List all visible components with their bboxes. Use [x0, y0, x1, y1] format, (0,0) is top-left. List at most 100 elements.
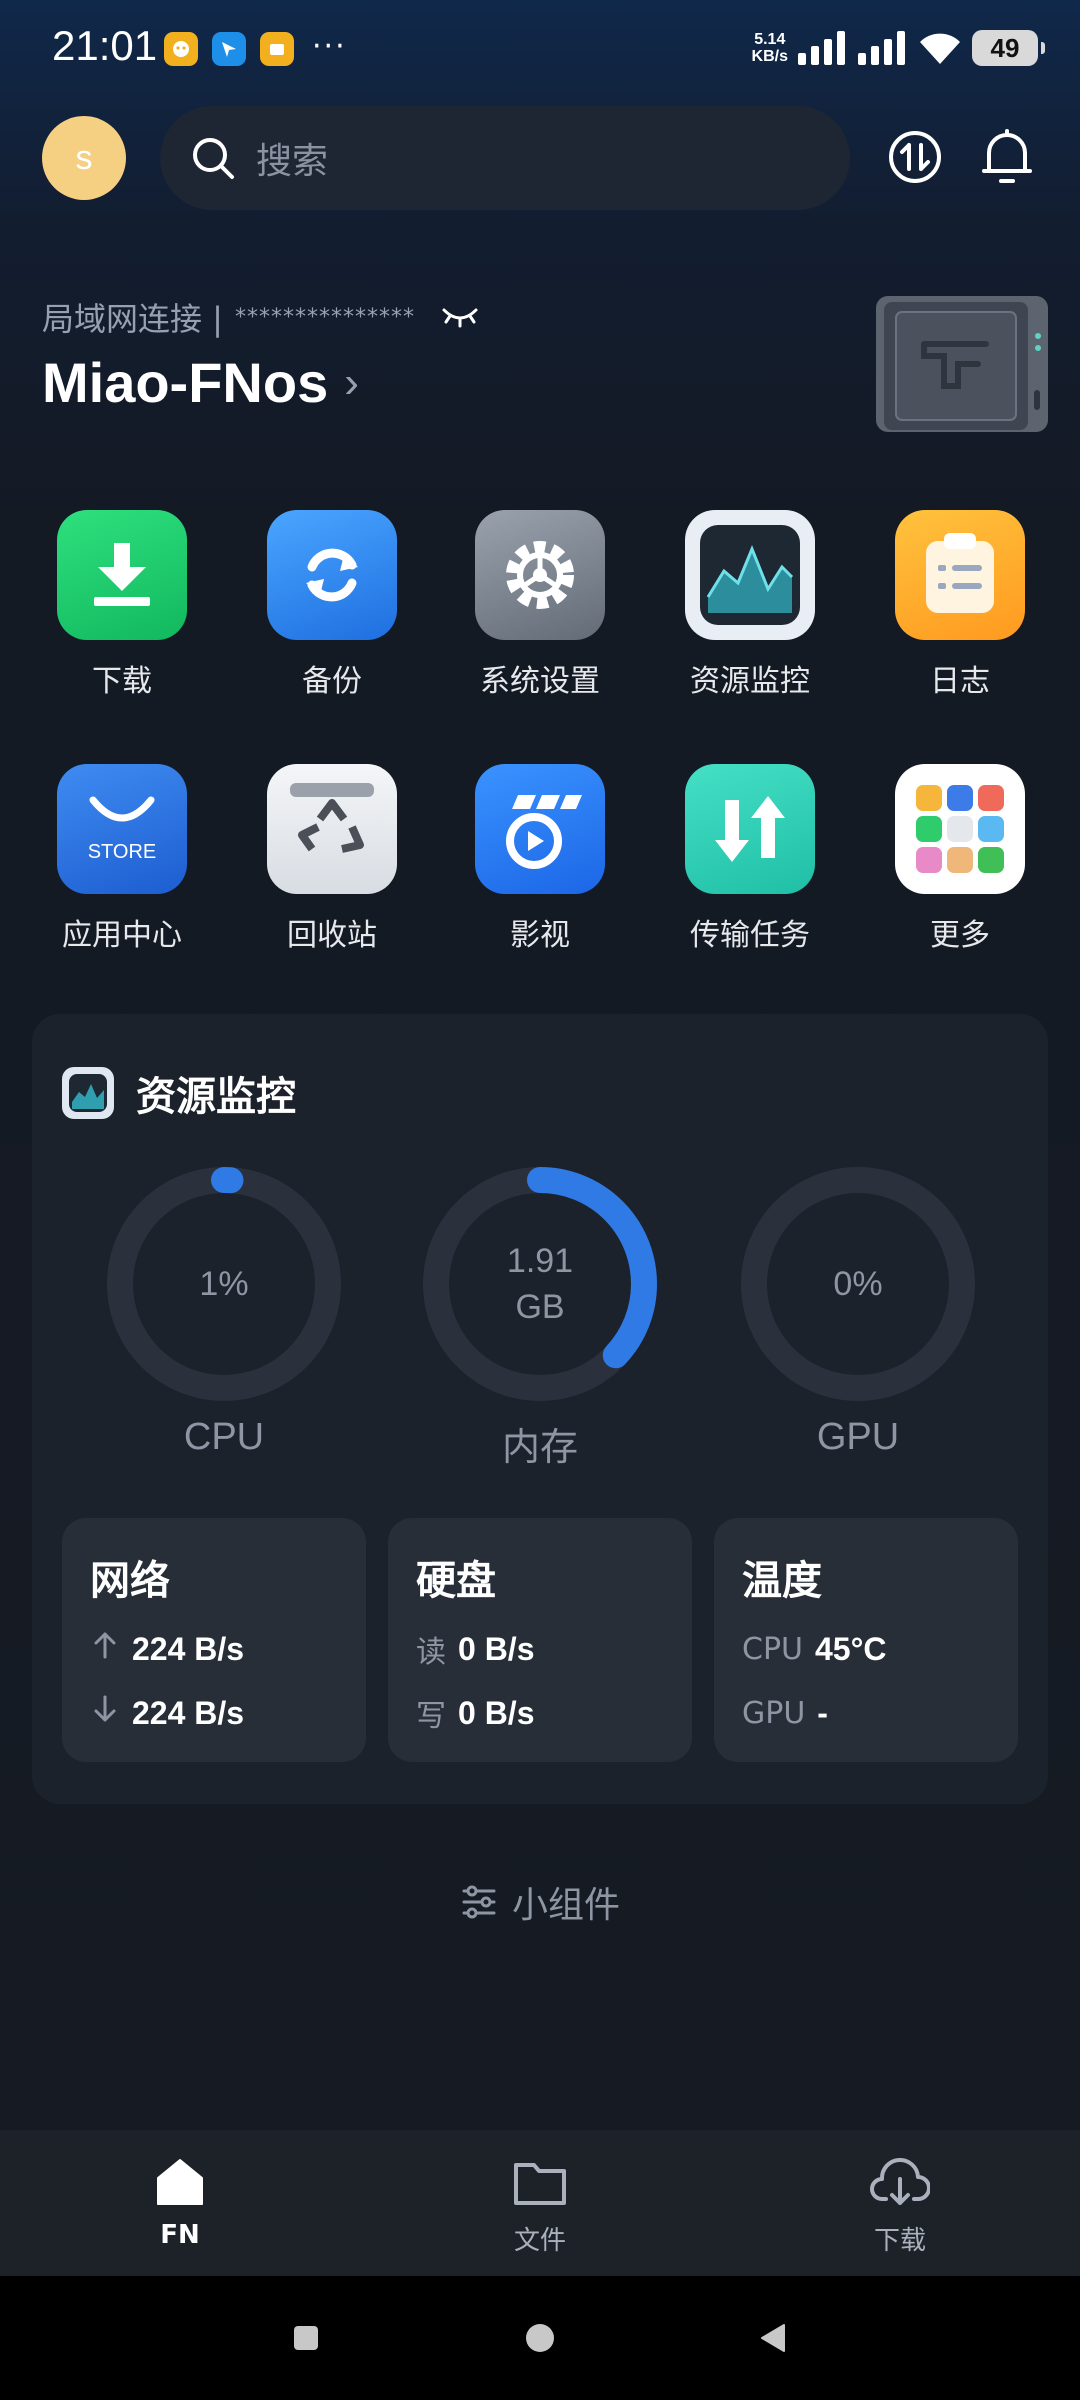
- cloud-download-icon: [870, 2157, 930, 2205]
- battery-indicator: 49: [972, 30, 1045, 66]
- chevron-right-icon: ›: [344, 357, 359, 407]
- recycle-bin-icon: [267, 764, 397, 894]
- arrow-up-icon: [90, 1630, 120, 1668]
- square-icon: [294, 2326, 318, 2350]
- app-video[interactable]: 影视: [460, 764, 620, 954]
- search-icon: [193, 138, 234, 179]
- wifi-icon: [920, 33, 960, 64]
- tab-download[interactable]: 下载: [810, 2152, 990, 2257]
- memory-label: 内存: [501, 1427, 578, 1469]
- app-settings[interactable]: 系统设置: [460, 510, 620, 700]
- gpu-value: 0%: [833, 1265, 883, 1303]
- search-placeholder: 搜索: [256, 141, 329, 182]
- cpu-gauge: 1% CPU: [104, 1164, 344, 1459]
- arrow-down-icon: [90, 1694, 120, 1732]
- toggle-visibility-button[interactable]: [441, 298, 479, 336]
- app-download[interactable]: 下载: [42, 510, 202, 700]
- app-more[interactable]: 更多: [880, 764, 1040, 954]
- more-notifications-icon: ···: [312, 28, 347, 64]
- memory-gauge: 1.91 GB 内存: [420, 1164, 660, 1471]
- disk-write-label: 写: [416, 1699, 446, 1734]
- disk-stat-card[interactable]: 硬盘 读 0 B/s 写 0 B/s: [388, 1518, 692, 1762]
- search-bar[interactable]: 搜索: [160, 106, 850, 210]
- tab-fn[interactable]: FN: [90, 2152, 270, 2250]
- monitor-chart-icon: [62, 1067, 114, 1119]
- upload-download-circle-icon: [889, 131, 941, 183]
- network-download-value: 224 B/s: [132, 1694, 245, 1731]
- app-backup[interactable]: 备份: [252, 510, 412, 700]
- eye-closed-icon: [442, 308, 478, 328]
- resource-monitor-title: 资源监控: [136, 1074, 296, 1120]
- cpu-temp-label: CPU: [742, 1631, 803, 1667]
- resource-monitor-card[interactable]: 资源监控 1% CPU 1.91 GB 内存 0% GPU 网络 224 B/s: [32, 1014, 1048, 1804]
- memory-unit: GB: [515, 1288, 565, 1326]
- device-name: Miao-FNos: [42, 351, 329, 414]
- gpu-gauge: 0% GPU: [738, 1164, 978, 1459]
- widgets-button[interactable]: 小组件: [0, 1876, 1080, 1928]
- back-nav-button[interactable]: [750, 2316, 794, 2360]
- resource-monitor-header: 资源监控: [62, 1064, 296, 1122]
- cpu-value: 1%: [199, 1265, 249, 1303]
- monitor-chart-icon: [685, 510, 815, 640]
- disk-read-value: 0 B/s: [458, 1630, 535, 1667]
- network-stat-card[interactable]: 网络 224 B/s 224 B/s: [62, 1518, 366, 1762]
- notification-icons: ···: [164, 28, 347, 66]
- sliders-icon: [462, 1885, 496, 1919]
- app-resource-monitor[interactable]: 资源监控: [670, 510, 830, 700]
- widgets-label: 小组件: [511, 1885, 620, 1926]
- clipboard-log-icon: [895, 510, 1025, 640]
- signal-icon: [798, 31, 845, 65]
- disk-read-label: 读: [416, 1635, 446, 1670]
- notification-app-icon: [164, 32, 198, 66]
- app-store[interactable]: STORE 应用中心: [42, 764, 202, 954]
- temperature-stat-card[interactable]: 温度 CPU 45°C GPU -: [714, 1518, 1018, 1762]
- notification-app-icon: [212, 32, 246, 66]
- app-grid-icon: [895, 764, 1025, 894]
- gear-icon: [475, 510, 605, 640]
- gpu-label: GPU: [816, 1416, 900, 1458]
- gpu-temp-value: -: [817, 1694, 828, 1731]
- store-bag-icon: STORE: [57, 764, 187, 894]
- system-indicators: 5.14 KB/s 49: [751, 30, 1045, 66]
- notification-app-icon: [260, 32, 294, 66]
- masked-address: ***************: [234, 304, 415, 330]
- disk-write-value: 0 B/s: [458, 1694, 535, 1731]
- bell-icon: [982, 129, 1032, 183]
- disk-title: 硬盘: [416, 1558, 496, 1604]
- home-nav-button[interactable]: [518, 2316, 562, 2360]
- status-time: 21:01: [52, 22, 158, 69]
- app-logs[interactable]: 日志: [880, 510, 1040, 700]
- download-icon: [57, 510, 187, 640]
- connection-info: 局域网连接 | ***************: [42, 294, 479, 340]
- circle-icon: [526, 2324, 554, 2352]
- bottom-tab-bar: FN 文件 下载: [0, 2130, 1080, 2276]
- app-recycle-bin[interactable]: 回收站: [252, 764, 412, 954]
- system-navigation-bar: [0, 2276, 1080, 2400]
- memory-value: 1.91: [506, 1242, 574, 1280]
- device-name-link[interactable]: Miao-FNos ›: [42, 350, 359, 415]
- video-player-icon: [475, 764, 605, 894]
- svg-text:STORE: STORE: [88, 841, 157, 863]
- nas-device-image: [874, 294, 1050, 436]
- app-transfer-tasks[interactable]: 传输任务: [670, 764, 830, 954]
- status-bar: 21:01 ··· 5.14 KB/s 49: [0, 0, 1080, 100]
- back-triangle-icon: [761, 2324, 785, 2352]
- home-icon: [157, 2159, 203, 2205]
- gpu-temp-label: GPU: [742, 1695, 806, 1731]
- transfer-arrows-icon: [685, 764, 815, 894]
- network-upload-value: 224 B/s: [132, 1630, 245, 1667]
- avatar[interactable]: s: [42, 116, 126, 200]
- backup-sync-icon: [267, 510, 397, 640]
- cpu-label: CPU: [183, 1416, 265, 1458]
- network-title: 网络: [90, 1558, 170, 1604]
- folder-icon: [514, 2163, 566, 2205]
- temperature-title: 温度: [742, 1558, 822, 1604]
- recent-apps-button[interactable]: [284, 2316, 328, 2360]
- connection-label: 局域网连接 |: [42, 300, 223, 338]
- notifications-button[interactable]: [972, 122, 1042, 192]
- signal-icon: [858, 31, 905, 65]
- cpu-temp-value: 45°C: [815, 1630, 887, 1667]
- tab-files[interactable]: 文件: [450, 2152, 630, 2257]
- network-speed: 5.14 KB/s: [751, 31, 788, 65]
- transfer-status-button[interactable]: [880, 122, 950, 192]
